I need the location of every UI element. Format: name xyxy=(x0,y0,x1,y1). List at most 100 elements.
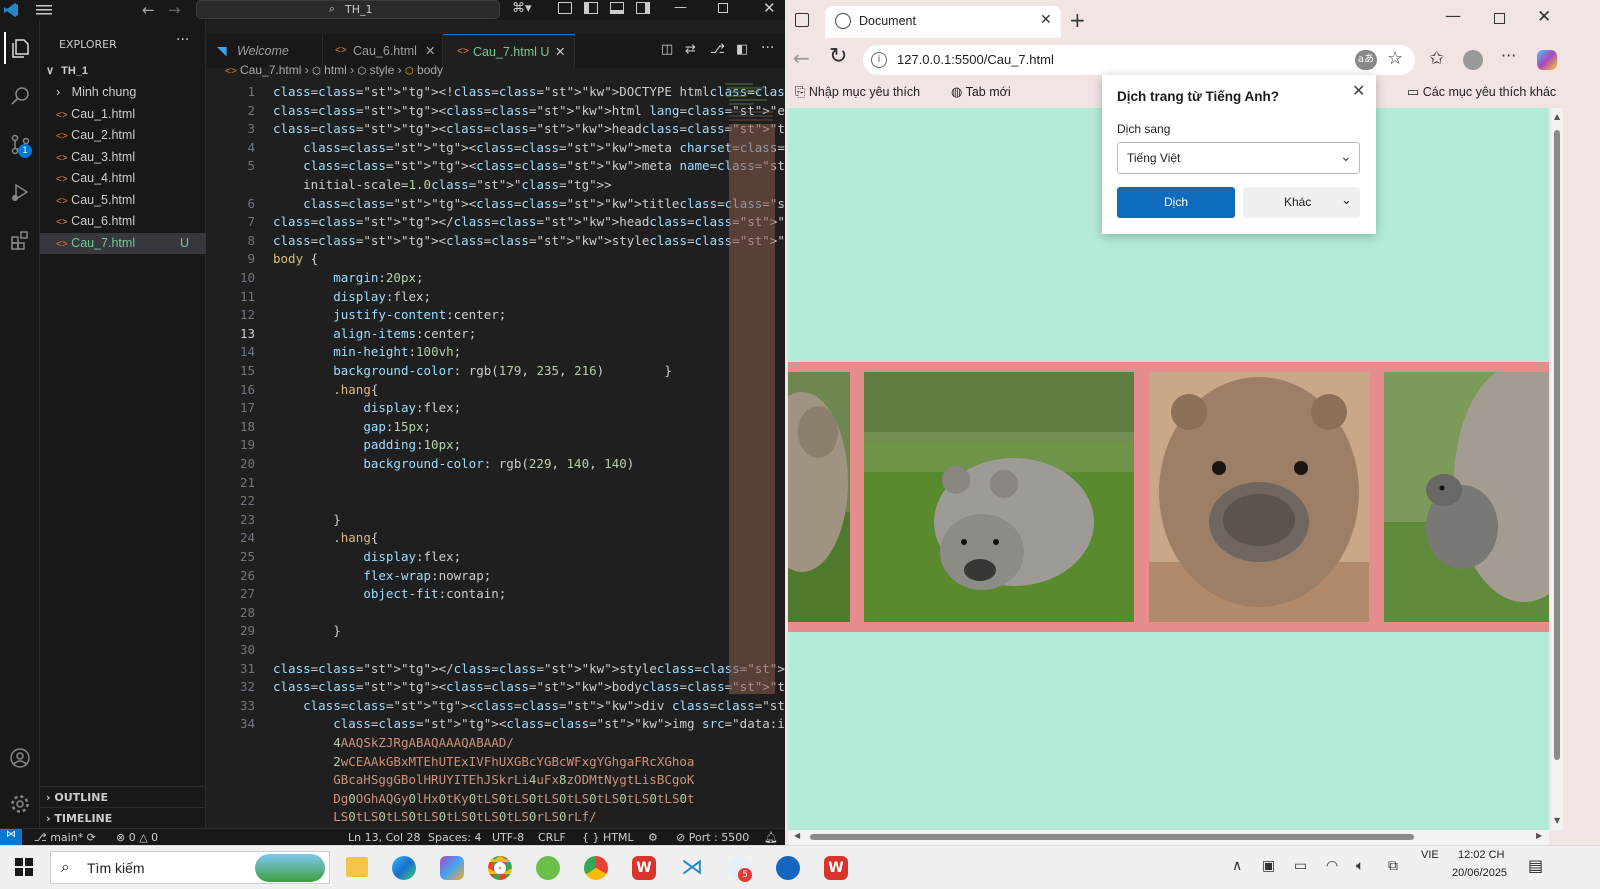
bookmark-new-tab[interactable]: ◍ Tab mới xyxy=(951,84,1011,102)
profile-avatar[interactable] xyxy=(1463,50,1483,70)
close-tab-icon[interactable]: ✕ xyxy=(1040,12,1052,28)
remote-icon[interactable]: ⋈ xyxy=(0,829,22,846)
vertical-scrollbar[interactable]: ▲ ▼ xyxy=(1551,108,1563,830)
outline-section[interactable]: › OUTLINE xyxy=(40,786,206,807)
minimize-icon[interactable]: — xyxy=(674,0,687,15)
clock-date[interactable]: 20/06/2025 xyxy=(1452,867,1507,879)
more-actions-icon[interactable]: ··· xyxy=(761,40,774,56)
breadcrumb-item[interactable]: style xyxy=(370,63,395,77)
clock-time[interactable]: 12:02 CH xyxy=(1458,849,1504,861)
bookmark-import[interactable]: ⎘ Nhập mục yêu thích xyxy=(795,84,920,102)
forward-arrow-icon[interactable]: → xyxy=(168,1,181,19)
volume-icon[interactable]: 🔈︎ xyxy=(1356,858,1364,874)
maximize-icon[interactable] xyxy=(718,3,728,13)
live-server-port[interactable]: ⊘ Port : 5500 xyxy=(676,831,749,844)
taskbar-search[interactable]: ⌕ Tìm kiếm xyxy=(50,851,330,884)
run-debug-icon[interactable] xyxy=(4,176,36,208)
back-arrow-icon[interactable]: ← xyxy=(142,1,155,19)
toggle-panel-icon[interactable] xyxy=(610,2,624,14)
address-bar[interactable]: i 127.0.0.1:5500/Cau_7.html aあ ☆ xyxy=(863,45,1415,75)
back-arrow-icon[interactable]: ← xyxy=(793,46,810,70)
file-item[interactable]: <> Cau_3.html xyxy=(40,147,206,168)
tab-cau7[interactable]: <> Cau_7.html U ✕ xyxy=(443,34,575,68)
info-icon[interactable]: i xyxy=(871,52,887,68)
language-select[interactable]: Tiếng Việt ⌄ xyxy=(1117,142,1360,174)
zalo-icon[interactable]: 5 xyxy=(728,856,752,882)
show-hidden-icons[interactable]: ∧ xyxy=(1232,858,1242,874)
toggle-secondary-sidebar-icon[interactable] xyxy=(636,2,650,14)
project-folder[interactable]: ∨ TH_1 xyxy=(40,61,206,82)
app-green-icon[interactable] xyxy=(536,856,560,880)
language-indicator[interactable]: VIE xyxy=(1421,849,1439,861)
wps-icon[interactable]: W xyxy=(632,856,656,880)
copilot-status-icon[interactable]: ⚙ xyxy=(648,831,658,844)
extensions-icon[interactable] xyxy=(4,224,36,256)
minimize-icon[interactable]: — xyxy=(1445,6,1461,25)
breadcrumb-item[interactable]: Cau_7.html xyxy=(240,63,301,77)
close-tab-icon[interactable]: ✕ xyxy=(555,35,565,69)
search-icon[interactable] xyxy=(4,80,36,112)
copilot-icon[interactable]: ⌘▾ xyxy=(512,1,532,16)
favorites-icon[interactable]: ✩ xyxy=(1429,48,1444,69)
scrollbar-thumb[interactable] xyxy=(1554,130,1560,760)
notification-center-icon[interactable]: ▤ xyxy=(1528,856,1543,875)
chrome-icon[interactable] xyxy=(488,856,512,880)
maximize-icon[interactable] xyxy=(1494,13,1505,24)
more-actions-icon[interactable]: ··· xyxy=(176,32,189,48)
open-preview-icon[interactable]: ◫ xyxy=(661,42,673,57)
close-popup-icon[interactable]: ✕ xyxy=(1352,81,1365,101)
scroll-down-icon[interactable]: ▼ xyxy=(1554,816,1560,825)
explorer-icon[interactable] xyxy=(4,32,36,64)
language-mode[interactable]: { } HTML xyxy=(582,831,634,844)
vscode-taskbar-icon[interactable]: ⋊ xyxy=(680,856,704,880)
source-control-icon[interactable]: 1 xyxy=(4,128,36,160)
scroll-up-icon[interactable]: ▲ xyxy=(1554,112,1560,121)
meet-now-icon[interactable]: ⧉ xyxy=(1388,858,1398,874)
file-item-active[interactable]: <> Cau_7.html U xyxy=(40,233,206,254)
command-center-search[interactable]: ⌕ TH_1 xyxy=(196,0,500,19)
settings-more-icon[interactable]: ··· xyxy=(1501,46,1516,65)
windows-start-icon[interactable] xyxy=(15,858,33,876)
compare-icon[interactable]: ⇄ xyxy=(685,42,696,57)
split-editor-icon[interactable]: ◧ xyxy=(736,42,748,57)
open-changes-icon[interactable]: ⎇ xyxy=(710,42,725,57)
branch-indicator[interactable]: ⎇ main* ⟳ xyxy=(34,831,96,844)
other-favorites[interactable]: ▭ Các mục yêu thích khác xyxy=(1407,84,1556,102)
chrome-profile-icon[interactable] xyxy=(584,856,608,880)
notifications-icon[interactable]: 🔔︎ xyxy=(764,831,778,844)
breadcrumb-item[interactable]: html xyxy=(324,63,347,77)
hscrollbar-thumb[interactable] xyxy=(810,834,1414,840)
wps-icon-2[interactable]: W xyxy=(824,856,848,880)
tab-actions-icon[interactable] xyxy=(795,13,809,27)
reload-icon[interactable]: ↻ xyxy=(829,44,847,69)
file-item[interactable]: <> Cau_6.html xyxy=(40,211,206,232)
cursor-position[interactable]: Ln 13, Col 28 xyxy=(348,831,421,844)
favorite-star-icon[interactable]: ☆ xyxy=(1387,48,1403,69)
accounts-icon[interactable] xyxy=(4,742,36,774)
more-options-button[interactable]: Khác ⌄ xyxy=(1243,187,1360,218)
new-tab-icon[interactable]: + xyxy=(1069,8,1086,32)
file-item[interactable]: <> Cau_2.html xyxy=(40,125,206,146)
wifi-icon[interactable]: ◠ xyxy=(1326,858,1338,874)
problems-indicator[interactable]: ⊗ 0 △ 0 xyxy=(116,831,158,844)
indentation[interactable]: Spaces: 4 xyxy=(428,831,481,844)
translate-icon[interactable]: aあ xyxy=(1355,50,1377,70)
file-item[interactable]: <> Cau_5.html xyxy=(40,190,206,211)
minimap[interactable] xyxy=(723,82,779,722)
tray-app-icon[interactable]: ▣ xyxy=(1262,858,1275,874)
folder-minh-chung[interactable]: › Minh chung xyxy=(40,82,206,103)
line-ending[interactable]: CRLF xyxy=(538,831,566,844)
toggle-sidebar-icon[interactable] xyxy=(584,2,598,14)
scroll-left-icon[interactable]: ◀ xyxy=(794,831,800,840)
file-explorer-icon[interactable] xyxy=(346,857,368,877)
file-item[interactable]: <> Cau_1.html xyxy=(40,104,206,125)
horizontal-scrollbar[interactable]: ◀ ▶ xyxy=(788,830,1549,845)
translate-button[interactable]: Dịch xyxy=(1117,187,1235,218)
edge-icon[interactable] xyxy=(392,856,416,880)
encoding[interactable]: UTF-8 xyxy=(492,831,524,844)
browser-tab-active[interactable]: Document ✕ xyxy=(825,6,1061,38)
close-icon[interactable]: ✕ xyxy=(763,0,776,17)
copilot-icon[interactable] xyxy=(1537,50,1557,70)
timeline-section[interactable]: › TIMELINE xyxy=(40,807,206,828)
file-item[interactable]: <> Cau_4.html xyxy=(40,168,206,189)
